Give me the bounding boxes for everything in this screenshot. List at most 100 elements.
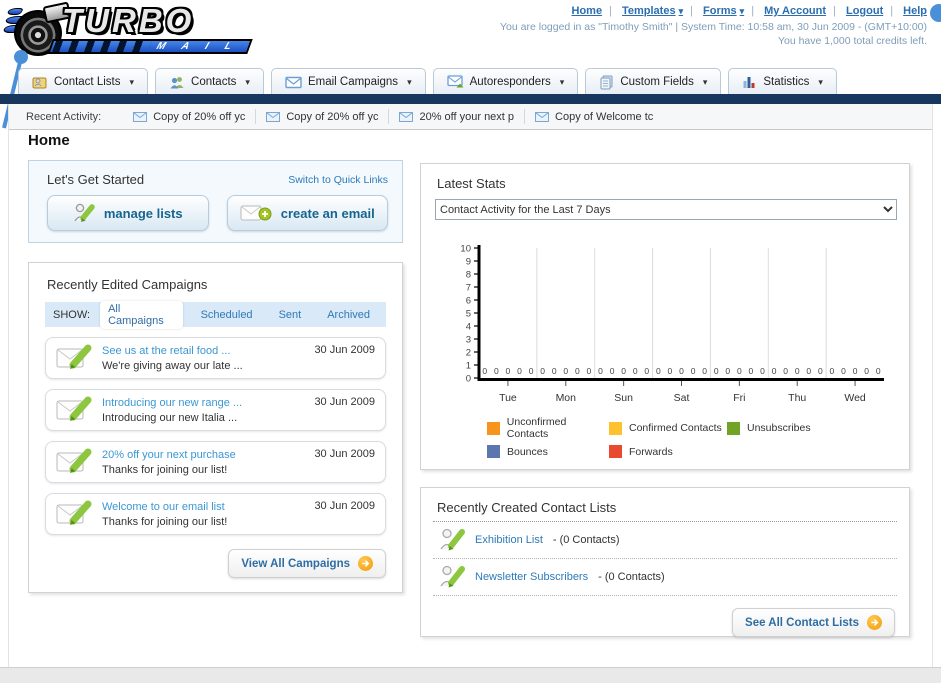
create-email-button[interactable]: create an email: [226, 195, 388, 231]
header-nav: Home Templates Forms My Account Logout H…: [500, 5, 928, 17]
svg-text:3: 3: [466, 335, 471, 346]
brand-sub-name: E M A I L: [131, 41, 241, 52]
envelope-pencil-icon: [56, 396, 92, 421]
stats-report-select[interactable]: Contact Activity for the Last 7 Days: [435, 199, 897, 220]
recent-activity-item[interactable]: Copy of Welcome tc: [525, 109, 663, 124]
campaign-subtitle: Thanks for joining our list!: [102, 463, 228, 476]
recent-activity-text: Copy of Welcome tc: [555, 110, 654, 123]
manage-lists-button[interactable]: manage lists: [47, 195, 209, 231]
campaign-title-link[interactable]: See us at the retail food ...: [102, 344, 314, 358]
svg-text:0: 0: [760, 366, 765, 376]
statistics-icon: [743, 77, 755, 88]
svg-text:0: 0: [633, 366, 638, 376]
campaign-card: 20% off your next purchase Thanks for jo…: [45, 441, 386, 483]
svg-text:0: 0: [482, 366, 487, 376]
chart-legend: Unconfirmed Contacts Confirmed Contacts Un…: [487, 416, 811, 458]
header-link-label: Templates: [621, 5, 676, 17]
envelope-pencil-icon: [56, 344, 92, 369]
content-edge: [8, 104, 9, 667]
campaign-subtitle: We're giving away our late ...: [102, 359, 243, 372]
svg-text:0: 0: [466, 374, 471, 385]
get-started-panel: Let's Get Started Switch to Quick Links …: [28, 160, 403, 243]
legend-label: Unconfirmed Contacts: [506, 416, 567, 440]
svg-text:9: 9: [466, 257, 471, 268]
divider: [826, 5, 843, 17]
header-link-forms[interactable]: Forms: [703, 5, 744, 17]
contact-list-link[interactable]: Newsletter Subscribers: [475, 571, 588, 583]
envelope-pencil-icon: [56, 500, 92, 525]
tab-statistics[interactable]: Statistics: [728, 68, 837, 95]
page-title: Home: [28, 132, 70, 149]
legend-swatch: [609, 421, 622, 435]
contact-lists-icon: [32, 77, 47, 88]
filter-all-campaigns[interactable]: All Campaigns: [100, 300, 183, 329]
legend-label: Bounces: [507, 445, 548, 458]
header-link-logout[interactable]: Logout: [846, 5, 883, 17]
login-info: You are logged in as "Timothy Smith" | S…: [500, 21, 927, 33]
filter-sent[interactable]: Sent: [271, 307, 310, 323]
stats-chart: 012345678910Tue0 0 0 0 0Mon0 0 0 0 0Sun0 0 0 0 0Sat0…: [460, 244, 884, 404]
switch-quick-links[interactable]: Switch to Quick Links: [288, 174, 388, 186]
divider: [883, 5, 900, 17]
svg-text:0: 0: [621, 366, 626, 376]
tab-autoresponders[interactable]: Autoresponders: [432, 68, 579, 95]
tab-email-campaigns[interactable]: Email Campaigns: [270, 68, 426, 95]
campaign-title-link[interactable]: Welcome to our email list: [102, 500, 314, 514]
person-pencil-icon: [440, 565, 465, 588]
view-all-campaigns-button[interactable]: View All Campaigns: [228, 549, 386, 578]
divider: [602, 5, 619, 17]
arrow-right-icon: [867, 615, 882, 630]
contact-list-link[interactable]: Exhibition List: [475, 534, 543, 546]
custom-fields-icon: [600, 75, 613, 89]
recent-activity-text: 20% off your next p: [419, 110, 515, 123]
chevron-down-icon: [242, 76, 250, 88]
chevron-down-icon: [404, 76, 412, 88]
contact-list-item: Newsletter Subscribers - (0 Contacts): [433, 559, 897, 596]
turbo-email-logo[interactable]: TURBO E M A I L: [1, 1, 266, 58]
chevron-down-icon: [815, 76, 823, 88]
header-link-my-account[interactable]: My Account: [764, 5, 826, 17]
tab-custom-fields[interactable]: Custom Fields: [585, 68, 722, 95]
recent-activity-item[interactable]: 20% off your next p: [389, 109, 526, 124]
svg-text:10: 10: [460, 244, 471, 255]
campaign-date: 30 Jun 2009: [314, 448, 375, 460]
svg-text:0: 0: [668, 366, 673, 376]
campaign-title-link[interactable]: Introducing our new range ...: [102, 396, 314, 410]
manage-lists-label: manage lists: [103, 205, 183, 221]
recent-activity-item[interactable]: Copy of 20% off yc: [256, 109, 390, 124]
chevron-down-icon: [126, 76, 134, 88]
tab-contact-lists[interactable]: Contact Lists: [18, 68, 149, 95]
recent-activity-item[interactable]: Copy of 20% off yc: [123, 109, 257, 124]
svg-text:0: 0: [644, 366, 649, 376]
flame-decoration: [5, 8, 25, 15]
recent-activity-label: Recent Activity:: [26, 110, 102, 123]
svg-text:0: 0: [737, 366, 742, 376]
main-nav-tabs: Contact Lists Contacts Email Campaigns A…: [18, 68, 837, 95]
see-all-contact-lists-button[interactable]: See All Contact Lists: [732, 608, 895, 637]
tab-label: Statistics: [763, 76, 810, 88]
svg-text:5: 5: [466, 309, 471, 320]
autoresponders-icon: [446, 75, 464, 88]
legend-swatch: [487, 421, 500, 435]
header-link-home[interactable]: Home: [572, 5, 603, 17]
filter-archived[interactable]: Archived: [319, 307, 378, 323]
tab-contacts[interactable]: Contacts: [155, 68, 264, 95]
header-link-templates[interactable]: Templates: [622, 5, 683, 17]
svg-text:Fri: Fri: [733, 392, 745, 404]
svg-text:0: 0: [795, 366, 800, 376]
svg-text:1: 1: [466, 361, 471, 372]
svg-text:0: 0: [783, 366, 788, 376]
recent-contact-lists-panel: Recently Created Contact Lists Exhibitio…: [420, 487, 910, 637]
contact-list-count: - (0 Contacts): [598, 571, 665, 583]
email-campaigns-icon: [285, 76, 302, 88]
header-link-help[interactable]: Help: [903, 5, 927, 17]
svg-text:0: 0: [598, 366, 603, 376]
svg-text:0: 0: [702, 366, 707, 376]
brand-email-bar: E M A I L: [47, 39, 253, 54]
envelope-icon: [133, 111, 148, 122]
svg-text:0: 0: [725, 366, 730, 376]
campaign-title-link[interactable]: 20% off your next purchase: [102, 448, 314, 462]
svg-text:4: 4: [466, 322, 471, 333]
filter-scheduled[interactable]: Scheduled: [193, 307, 261, 323]
svg-text:Sat: Sat: [674, 392, 690, 404]
